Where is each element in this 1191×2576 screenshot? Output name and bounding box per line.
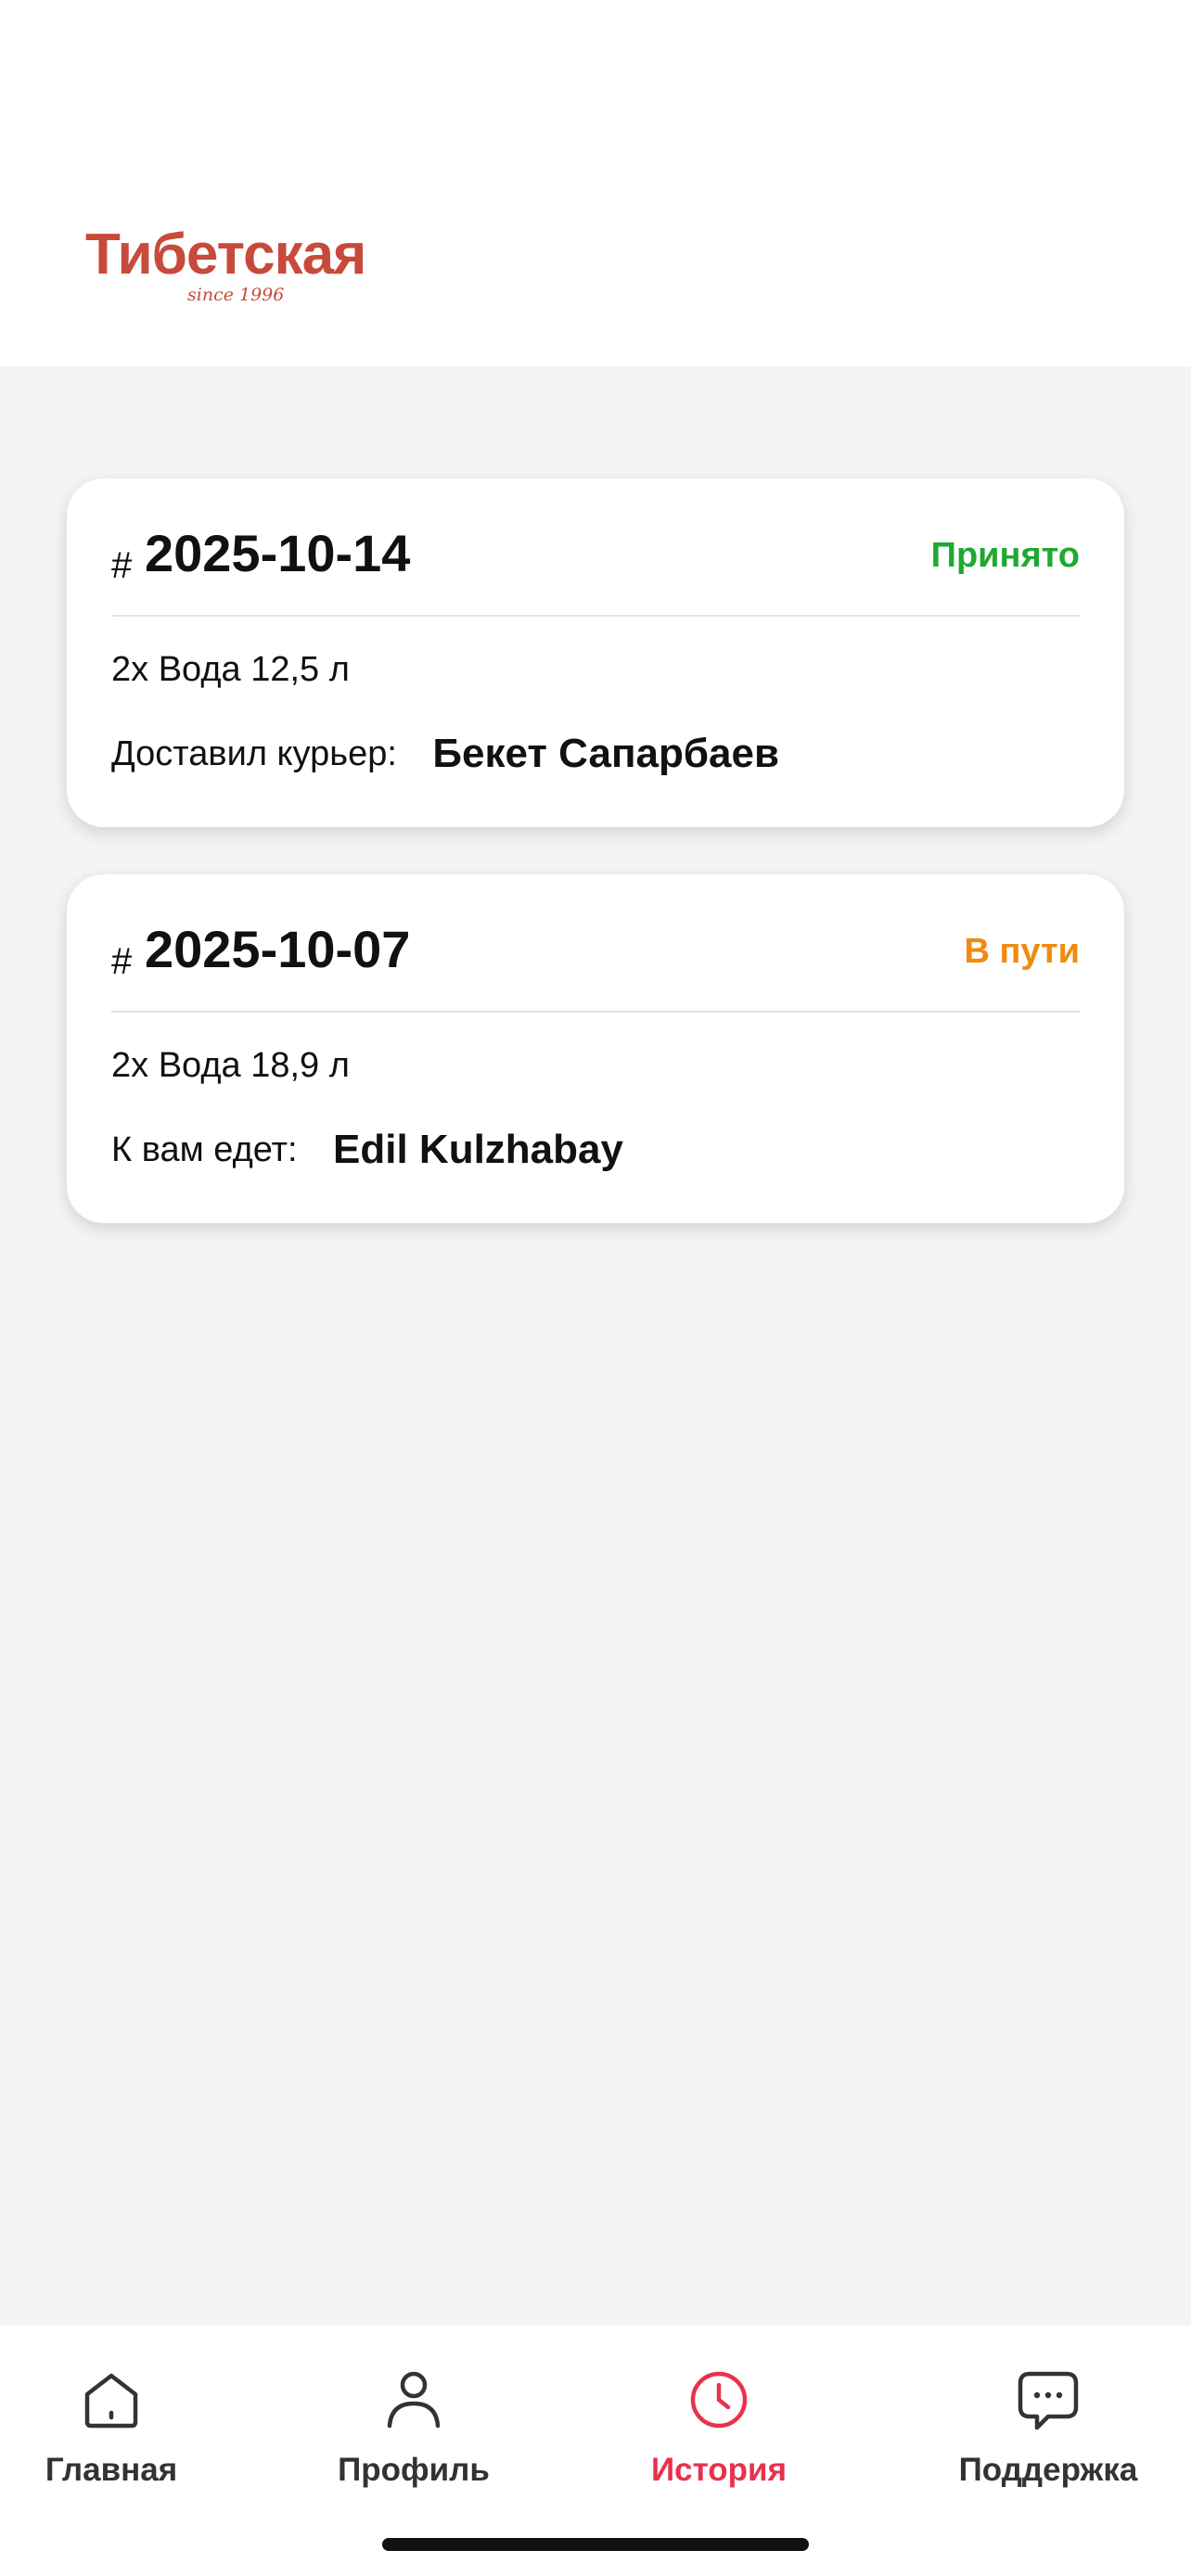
- courier-label: К вам едет:: [111, 1129, 298, 1169]
- tab-profile[interactable]: Профиль: [302, 2366, 525, 2515]
- tab-label: История: [651, 2452, 787, 2488]
- card-divider: [111, 615, 1080, 617]
- order-items: 2х Вода 12,5 л: [111, 650, 350, 689]
- tab-home[interactable]: Главная: [0, 2366, 223, 2515]
- order-status: Принято: [930, 536, 1080, 575]
- home-icon: [84, 2373, 138, 2429]
- profile-icon: [387, 2371, 441, 2429]
- tab-label: Поддержка: [958, 2452, 1138, 2488]
- app-header: Тибетская since 1996: [0, 0, 1191, 366]
- order-card[interactable]: # 2025-10-14 Принято 2х Вода 12,5 л Дост…: [67, 478, 1124, 827]
- order-items: 2х Вода 18,9 л: [111, 1046, 350, 1085]
- logo-title: Тибетская: [85, 223, 366, 287]
- order-header: # 2025-10-07 В пути: [111, 917, 1080, 982]
- order-date: 2025-10-14: [145, 524, 411, 582]
- tab-label: Главная: [45, 2452, 178, 2488]
- courier-name: Edil Kulzhabay: [333, 1127, 623, 1172]
- logo-subtitle: since 1996: [187, 285, 285, 305]
- brand-logo: Тибетская since 1996: [85, 223, 391, 315]
- order-hash: #: [111, 941, 133, 982]
- order-hash: #: [111, 545, 133, 586]
- tab-support[interactable]: Поддержка: [937, 2366, 1159, 2515]
- tab-history[interactable]: История: [608, 2366, 830, 2515]
- tab-label: Профиль: [338, 2452, 490, 2488]
- order-date: 2025-10-07: [145, 920, 411, 978]
- order-status: В пути: [964, 932, 1080, 971]
- courier-row: Доставил курьер: Бекет Сапарбаев: [111, 731, 779, 783]
- courier-name: Бекет Сапарбаев: [432, 731, 780, 776]
- courier-label: Доставил курьер:: [111, 733, 397, 773]
- courier-row: К вам едет: Edil Kulzhabay: [111, 1127, 623, 1179]
- home-indicator[interactable]: [382, 2538, 809, 2551]
- card-divider: [111, 1011, 1080, 1013]
- order-header: # 2025-10-14 Принято: [111, 521, 1080, 586]
- chat-icon: [1018, 2371, 1079, 2430]
- order-card[interactable]: # 2025-10-07 В пути 2х Вода 18,9 л К вам…: [67, 874, 1124, 1223]
- clock-icon: [690, 2371, 748, 2429]
